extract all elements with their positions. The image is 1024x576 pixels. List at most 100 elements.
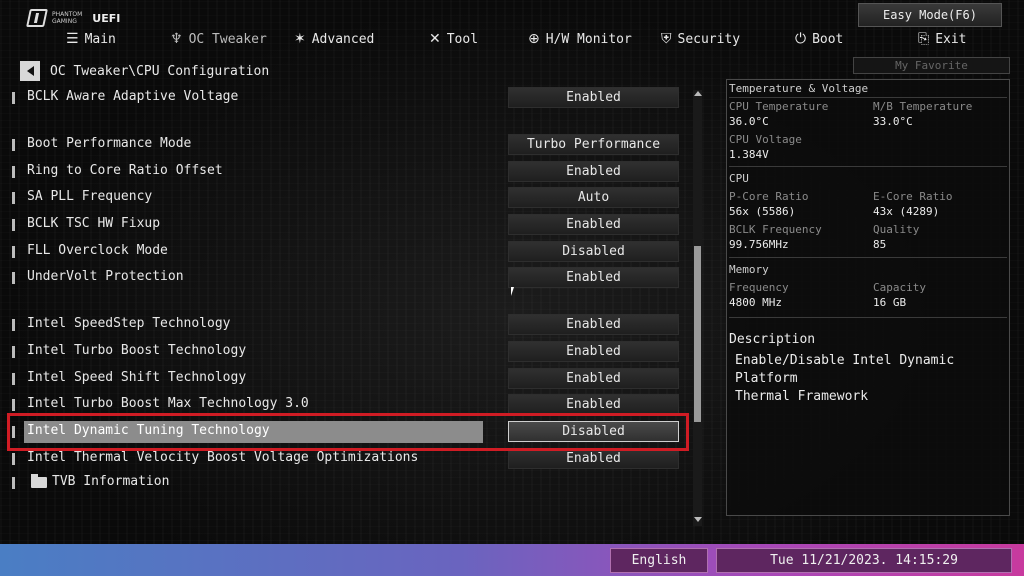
setting-row[interactable]: Intel Speed Shift Technology Enabled: [0, 368, 700, 390]
mem-capacity-label: Capacity: [873, 281, 926, 294]
row-bullet: [12, 272, 15, 284]
mem-capacity-value: 16 GB: [873, 296, 907, 309]
scrollbar-thumb[interactable]: [694, 246, 701, 422]
tab-oc-tweaker[interactable]: ♆ OC Tweaker: [170, 28, 267, 50]
setting-value-button[interactable]: Enabled: [508, 87, 679, 108]
brand-logo: PHANTOM GAMING UEFI: [26, 9, 121, 27]
datetime-display: Tue 11/21/2023. 14:15:29: [716, 548, 1012, 573]
bclk-label: BCLK Frequency: [729, 223, 822, 236]
divider: [729, 317, 1007, 318]
submenu-label: TVB Information: [52, 474, 170, 489]
panel-title: Temperature & Voltage: [729, 82, 869, 95]
memory-section-title: Memory: [729, 263, 769, 276]
row-bullet: [12, 92, 15, 104]
row-bullet: [12, 319, 15, 331]
back-arrow-icon[interactable]: [20, 61, 40, 81]
mb-temp-value: 33.0°C: [873, 115, 913, 128]
setting-value-button[interactable]: Enabled: [508, 394, 679, 415]
submenu-row[interactable]: TVB Information: [0, 472, 700, 494]
asrock-logo-icon: [26, 9, 48, 27]
ecore-value: 43x (4289): [873, 205, 940, 218]
scroll-down-arrow-icon[interactable]: [694, 517, 702, 522]
setting-label: BCLK TSC HW Fixup: [27, 216, 161, 231]
tab-boot[interactable]: ⏻ Boot: [795, 28, 843, 50]
mb-temp-label: M/B Temperature: [873, 100, 973, 113]
setting-label: BCLK Aware Adaptive Voltage: [27, 89, 239, 104]
ecore-label: E-Core Ratio: [873, 190, 953, 203]
brand-line2: GAMING: [52, 18, 77, 25]
cpu-temp-label: CPU Temperature: [729, 100, 829, 113]
list-icon: ☰: [66, 31, 79, 47]
setting-value-button[interactable]: Auto: [508, 187, 679, 208]
star-icon: ✶: [294, 31, 306, 47]
setting-label: SA PLL Frequency: [27, 189, 153, 204]
setting-row[interactable]: SA PLL Frequency Auto: [0, 187, 700, 209]
setting-value-button[interactable]: Enabled: [508, 267, 679, 288]
setting-label: Intel Speed Shift Technology: [27, 370, 247, 385]
cpu-voltage-value: 1.384V: [729, 148, 769, 161]
setting-row[interactable]: Ring to Core Ratio Offset Enabled: [0, 161, 700, 183]
row-bullet: [12, 399, 15, 411]
tab-advanced[interactable]: ✶ Advanced: [294, 28, 374, 50]
setting-row[interactable]: UnderVolt Protection Enabled: [0, 267, 700, 289]
tab-main[interactable]: ☰ Main: [66, 28, 116, 50]
row-bullet: [12, 373, 15, 385]
cpu-voltage-label: CPU Voltage: [729, 133, 802, 146]
hardware-info-panel: Temperature & Voltage CPU Temperature M/…: [726, 79, 1010, 516]
annotation-red-box: [7, 413, 689, 451]
setting-value-button[interactable]: Enabled: [508, 161, 679, 182]
setting-value-button[interactable]: Enabled: [508, 368, 679, 389]
language-button[interactable]: English: [610, 548, 708, 573]
description-text: Enable/Disable Intel Dynamic Platform Th…: [735, 353, 955, 404]
setting-label: Intel Turbo Boost Technology: [27, 343, 247, 358]
row-bullet: [12, 346, 15, 358]
setting-label: Intel Turbo Boost Max Technology 3.0: [27, 396, 309, 411]
divider: [729, 257, 1007, 258]
setting-row[interactable]: Intel Thermal Velocity Boost Voltage Opt…: [0, 448, 700, 470]
monitor-icon: ⊕: [528, 31, 540, 47]
scroll-up-arrow-icon[interactable]: [694, 91, 702, 96]
rocket-icon: ♆: [170, 31, 183, 47]
setting-label: Intel Thermal Velocity Boost Voltage Opt…: [27, 450, 419, 465]
tab-hw-monitor[interactable]: ⊕ H/W Monitor: [528, 28, 632, 50]
breadcrumb: OC Tweaker\CPU Configuration: [20, 61, 269, 81]
setting-label: Boot Performance Mode: [27, 136, 192, 151]
setting-row[interactable]: BCLK TSC HW Fixup Enabled: [0, 214, 700, 236]
quality-value: 85: [873, 238, 887, 251]
setting-value-button[interactable]: Disabled: [508, 241, 679, 262]
setting-row[interactable]: Intel Turbo Boost Technology Enabled: [0, 341, 700, 363]
setting-row[interactable]: FLL Overclock Mode Disabled: [0, 241, 700, 263]
mem-frequency-label: Frequency: [729, 281, 789, 294]
mouse-cursor-icon: [511, 287, 514, 296]
setting-row[interactable]: Boot Performance Mode Turbo Performance: [0, 134, 700, 156]
row-bullet: [12, 246, 15, 258]
divider: [729, 166, 1007, 167]
tab-tool[interactable]: ✕ Tool: [429, 28, 478, 50]
divider: [729, 97, 1007, 98]
brand-line1: PHANTOM: [52, 11, 83, 18]
cpu-section-title: CPU: [729, 172, 749, 185]
shield-icon: ⛨: [661, 31, 672, 47]
setting-row[interactable]: Intel SpeedStep Technology Enabled: [0, 314, 700, 336]
row-bullet: [12, 453, 15, 465]
tab-exit[interactable]: ⎘ Exit: [918, 28, 967, 50]
uefi-label: UEFI: [92, 11, 121, 25]
pcore-label: P-Core Ratio: [729, 190, 809, 203]
main-tabs: ☰ Main ♆ OC Tweaker ✶ Advanced ✕ Tool ⊕ H/W M…: [0, 28, 1024, 50]
wrench-icon: ✕: [429, 31, 441, 47]
setting-label: UnderVolt Protection: [27, 269, 184, 284]
row-bullet: [12, 139, 15, 151]
setting-value-button[interactable]: Enabled: [508, 448, 679, 469]
setting-value-button[interactable]: Enabled: [508, 214, 679, 235]
setting-value-button[interactable]: Enabled: [508, 314, 679, 335]
cpu-temp-value: 36.0°C: [729, 115, 769, 128]
setting-value-button[interactable]: Turbo Performance: [508, 134, 679, 155]
my-favorite-button[interactable]: My Favorite: [853, 57, 1010, 74]
exit-icon: ⎘: [918, 31, 930, 47]
setting-row[interactable]: BCLK Aware Adaptive Voltage Enabled: [0, 87, 700, 109]
row-bullet: [12, 477, 15, 489]
bclk-value: 99.756MHz: [729, 238, 789, 251]
tab-security[interactable]: ⛨ Security: [661, 28, 740, 50]
setting-value-button[interactable]: Enabled: [508, 341, 679, 362]
easy-mode-button[interactable]: Easy Mode(F6): [858, 3, 1002, 27]
